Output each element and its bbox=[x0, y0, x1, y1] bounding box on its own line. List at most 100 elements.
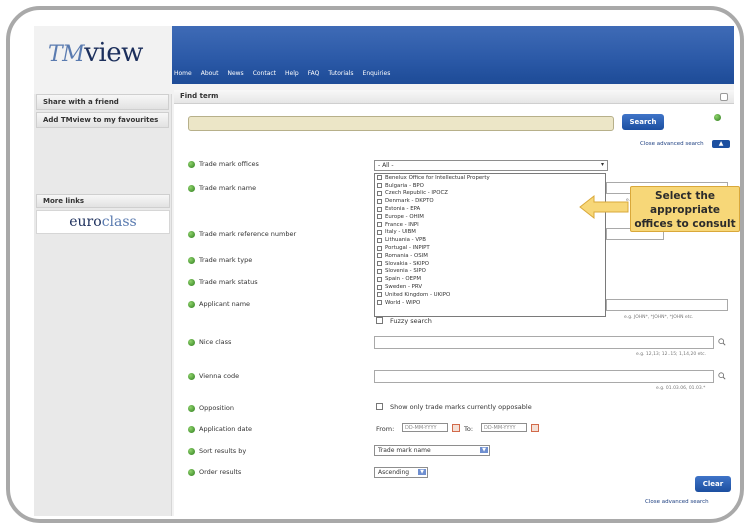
office-option[interactable]: France - INPI bbox=[375, 221, 605, 229]
nice-label: Nice class bbox=[188, 338, 231, 346]
chevron-down-icon: ▼ bbox=[480, 447, 488, 453]
tmview-logo[interactable]: TMview bbox=[48, 38, 143, 68]
info-icon[interactable] bbox=[188, 425, 195, 433]
office-option-label: World - WIPO bbox=[385, 299, 421, 306]
vienna-label: Vienna code bbox=[188, 372, 239, 380]
applicant-hint: e.g. JOHN*, *JOHN*, *JOHN etc. bbox=[624, 315, 694, 320]
info-icon[interactable] bbox=[188, 278, 195, 286]
applicant-label-text: Applicant name bbox=[199, 300, 251, 308]
checkbox[interactable] bbox=[377, 237, 382, 243]
sort-select[interactable]: Trade mark name ▼ bbox=[374, 445, 490, 456]
fuzzy-search-checkbox[interactable] bbox=[376, 317, 383, 324]
euroclass-link[interactable]: euroclass bbox=[36, 210, 170, 234]
from-label: From: bbox=[376, 425, 395, 433]
office-option-label: France - INPI bbox=[385, 221, 419, 228]
nav-faq[interactable]: FAQ bbox=[308, 70, 320, 77]
nav-tutorials[interactable]: Tutorials bbox=[328, 70, 353, 77]
add-favourites-button[interactable]: Add TMview to my favourites bbox=[36, 112, 169, 128]
app-date-label-text: Application date bbox=[199, 425, 253, 433]
office-option-label: Italy - UIBM bbox=[385, 229, 416, 236]
info-icon[interactable] bbox=[188, 468, 195, 476]
info-icon[interactable] bbox=[188, 184, 195, 192]
office-option[interactable]: Benelux Office for Intellectual Property bbox=[375, 174, 605, 182]
nav-contact[interactable]: Contact bbox=[253, 70, 276, 77]
checkbox[interactable] bbox=[377, 183, 382, 189]
nav-home[interactable]: Home bbox=[174, 70, 192, 77]
search-icon[interactable] bbox=[718, 338, 726, 346]
checkbox[interactable] bbox=[377, 198, 382, 204]
info-icon[interactable] bbox=[188, 300, 195, 308]
vienna-label-text: Vienna code bbox=[199, 372, 240, 380]
window-icon[interactable] bbox=[720, 93, 728, 101]
office-option[interactable]: United Kingdom - UKIPO bbox=[375, 291, 605, 299]
info-icon[interactable] bbox=[188, 256, 195, 264]
help-icon[interactable] bbox=[714, 114, 721, 121]
order-label-text: Order results bbox=[199, 468, 242, 476]
checkbox[interactable] bbox=[377, 292, 382, 298]
collapse-icon[interactable]: ▲ bbox=[712, 140, 730, 148]
office-option[interactable]: Spain - OEPM bbox=[375, 275, 605, 283]
checkbox[interactable] bbox=[377, 261, 382, 267]
office-option[interactable]: Slovakia - SKIPO bbox=[375, 260, 605, 268]
office-option-label: Slovakia - SKIPO bbox=[385, 260, 430, 267]
checkbox[interactable] bbox=[377, 190, 382, 196]
office-option-label: Benelux Office for Intellectual Property bbox=[385, 174, 490, 181]
office-option[interactable]: Czech Republic - IPOCZ bbox=[375, 190, 605, 198]
checkbox[interactable] bbox=[377, 284, 382, 290]
checkbox[interactable] bbox=[377, 245, 382, 251]
calendar-icon[interactable] bbox=[531, 424, 539, 432]
sort-label-text: Sort results by bbox=[199, 447, 247, 455]
calendar-icon[interactable] bbox=[452, 424, 460, 432]
fuzzy-search-label: Fuzzy search bbox=[390, 317, 432, 325]
office-option[interactable]: Lithuania - VPB bbox=[375, 236, 605, 244]
info-icon[interactable] bbox=[188, 372, 195, 380]
office-option[interactable]: World - WIPO bbox=[375, 299, 605, 307]
close-advanced-search-top[interactable]: Close advanced search bbox=[640, 141, 704, 147]
nav-about[interactable]: About bbox=[201, 70, 219, 77]
search-icon[interactable] bbox=[718, 372, 726, 380]
date-to-input[interactable]: DD-MM-YYYY bbox=[481, 423, 527, 432]
offices-dropdown: Benelux Office for Intellectual Property… bbox=[374, 173, 606, 317]
info-icon[interactable] bbox=[188, 447, 195, 455]
office-option[interactable]: Estonia - EPA bbox=[375, 205, 605, 213]
nav-news[interactable]: News bbox=[227, 70, 243, 77]
office-option[interactable]: Europe - OHIM bbox=[375, 213, 605, 221]
vienna-code-input[interactable] bbox=[374, 370, 714, 383]
opposition-checkbox[interactable] bbox=[376, 403, 383, 410]
office-option[interactable]: Denmark - DKPTO bbox=[375, 197, 605, 205]
info-icon[interactable] bbox=[188, 338, 195, 346]
close-advanced-search-bottom[interactable]: Close advanced search bbox=[645, 499, 709, 505]
nice-class-input[interactable] bbox=[374, 336, 714, 349]
offices-select[interactable]: - All - ▾ bbox=[374, 160, 608, 171]
checkbox[interactable] bbox=[377, 300, 382, 306]
office-option[interactable]: Slovenia - SIPO bbox=[375, 268, 605, 276]
applicant-label: Applicant name bbox=[188, 300, 250, 308]
order-select[interactable]: Ascending ▼ bbox=[374, 467, 428, 478]
clear-button[interactable]: Clear bbox=[695, 476, 731, 492]
checkbox[interactable] bbox=[377, 268, 382, 274]
top-nav: Home About News Contact Help FAQ Tutoria… bbox=[174, 70, 390, 77]
checkbox[interactable] bbox=[377, 229, 382, 235]
office-option[interactable]: Bulgaria - BPO bbox=[375, 182, 605, 190]
nav-enquiries[interactable]: Enquiries bbox=[363, 70, 391, 77]
info-icon[interactable] bbox=[188, 160, 195, 168]
checkbox[interactable] bbox=[377, 222, 382, 228]
office-option[interactable]: Italy - UIBM bbox=[375, 229, 605, 237]
nav-help[interactable]: Help bbox=[285, 70, 299, 77]
info-icon[interactable] bbox=[188, 230, 195, 238]
checkbox[interactable] bbox=[377, 253, 382, 259]
applicant-name-input[interactable] bbox=[606, 299, 728, 311]
office-option[interactable]: Romania - OSIM bbox=[375, 252, 605, 260]
date-from-input[interactable]: DD-MM-YYYY bbox=[402, 423, 448, 432]
office-option[interactable]: Sweden - PRV bbox=[375, 283, 605, 291]
opposition-label: Opposition bbox=[188, 404, 234, 412]
search-input[interactable] bbox=[188, 116, 614, 131]
search-button[interactable]: Search bbox=[622, 114, 664, 130]
share-button[interactable]: Share with a friend bbox=[36, 94, 169, 110]
checkbox[interactable] bbox=[377, 175, 382, 181]
info-icon[interactable] bbox=[188, 404, 195, 412]
checkbox[interactable] bbox=[377, 206, 382, 212]
checkbox[interactable] bbox=[377, 214, 382, 220]
office-option[interactable]: Portugal - INPIPT bbox=[375, 244, 605, 252]
checkbox[interactable] bbox=[377, 276, 382, 282]
